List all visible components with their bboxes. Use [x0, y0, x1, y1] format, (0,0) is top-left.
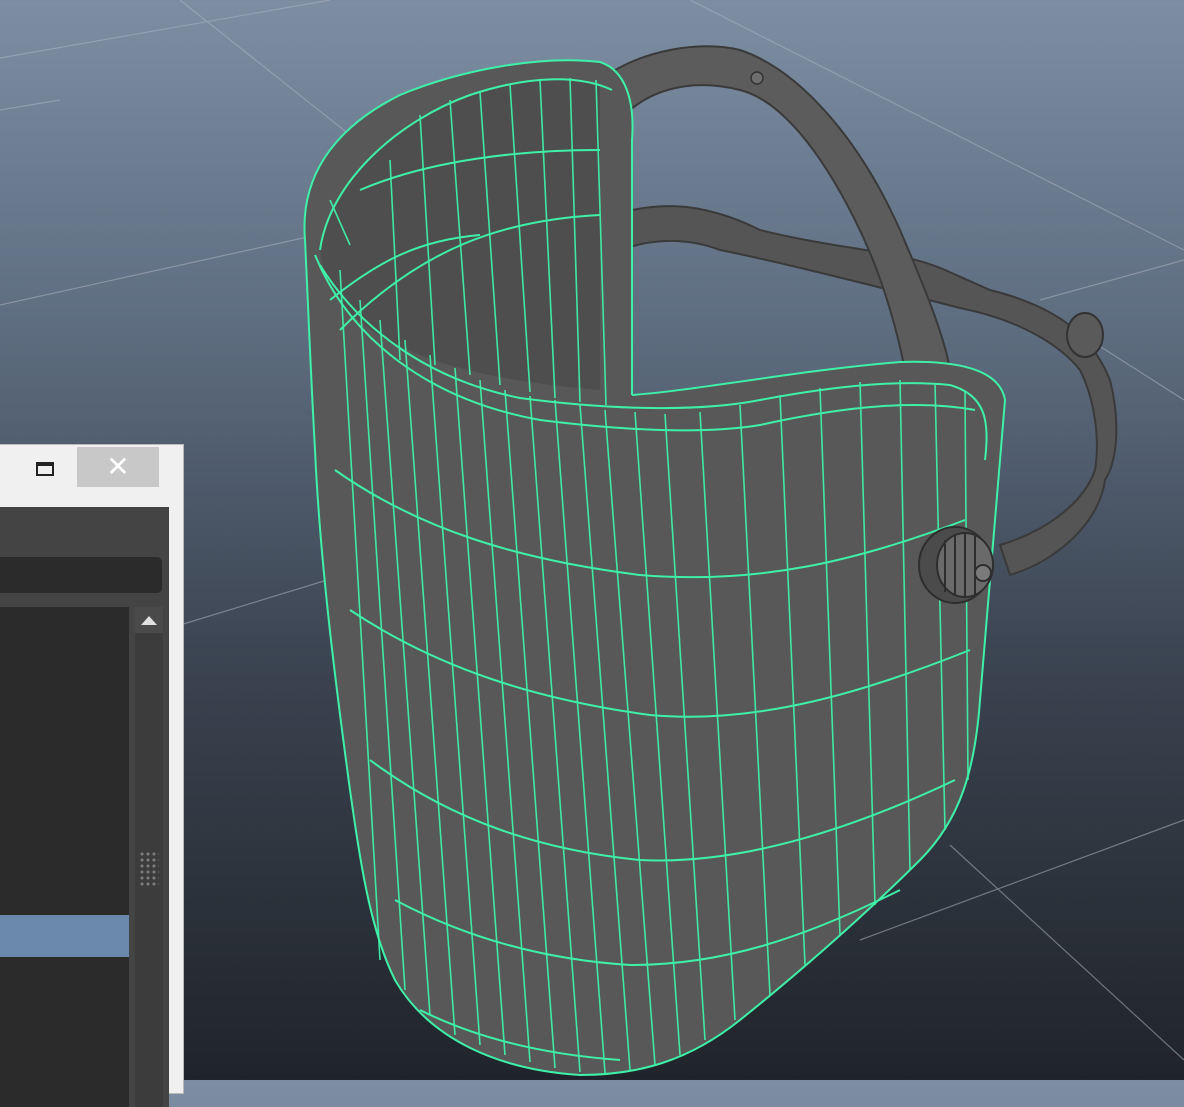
- list-item-selected[interactable]: [0, 915, 129, 957]
- window-titlebar[interactable]: ✕: [0, 445, 183, 489]
- adjustment-knob[interactable]: [918, 526, 994, 604]
- triangle-up-icon: [141, 615, 157, 625]
- panel-body: [0, 507, 169, 1107]
- window-maximize-icon: [36, 462, 54, 476]
- text-field[interactable]: [0, 557, 162, 593]
- vertical-scrollbar[interactable]: [135, 607, 163, 1107]
- drag-grip-icon[interactable]: [139, 851, 159, 887]
- maximize-button[interactable]: [25, 451, 65, 487]
- close-button[interactable]: ✕: [77, 447, 159, 487]
- scroll-up-button[interactable]: [135, 607, 163, 633]
- floating-panel-window[interactable]: ✕: [0, 444, 184, 1107]
- list-box[interactable]: [0, 607, 129, 1107]
- close-icon: ✕: [106, 450, 130, 483]
